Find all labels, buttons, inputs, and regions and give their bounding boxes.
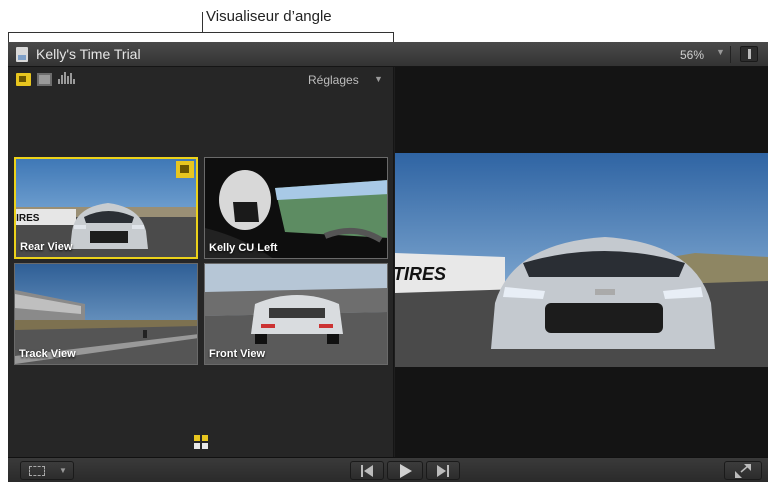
- callout-bracket-left: [8, 32, 9, 42]
- chevron-down-icon: ▼: [59, 466, 67, 475]
- audio-only-icon[interactable]: [58, 72, 76, 86]
- fullscreen-icon: [735, 464, 751, 478]
- chevron-down-icon[interactable]: ▼: [716, 47, 725, 57]
- video-only-icon[interactable]: [37, 73, 52, 86]
- document-icon: [16, 47, 28, 62]
- go-to-start-icon: [361, 465, 373, 477]
- angle-clip-front-view[interactable]: Front View: [204, 263, 388, 365]
- angle-bank-icon[interactable]: [194, 435, 208, 449]
- main-frame-image: TIRES: [395, 153, 768, 367]
- angle-clip-kelly-cu-left[interactable]: Kelly CU Left: [204, 157, 388, 259]
- viewer-options-icon[interactable]: [740, 46, 758, 62]
- angle-viewer: Réglages ▼ TIRES: [8, 67, 394, 457]
- active-angle-badge-icon: [176, 161, 194, 178]
- titlebar-divider: [730, 46, 731, 63]
- audio-video-switch-icon[interactable]: [16, 73, 31, 86]
- angle-clip-track-view[interactable]: Track View: [14, 263, 198, 365]
- main-banner-text: TIRES: [395, 264, 446, 284]
- page: Visualiseur d’angle Kelly's Time Trial 5…: [0, 0, 768, 482]
- callout-bracket-right: [393, 32, 394, 42]
- callout-bracket-vertical: [202, 12, 203, 32]
- viewer-bottom-bar: ▼: [8, 457, 768, 482]
- main-viewer-frame[interactable]: TIRES: [395, 153, 768, 367]
- clip-label: Kelly CU Left: [209, 242, 278, 254]
- angle-clip-rear-view[interactable]: TIRES Rear View: [14, 157, 198, 259]
- angle-viewer-toolbar: Réglages ▼: [8, 67, 394, 93]
- viewer-titlebar: Kelly's Time Trial 56% ▼: [8, 42, 768, 67]
- clip-label: Front View: [209, 348, 266, 360]
- callout-bracket-horizontal: [8, 32, 394, 33]
- fullscreen-button[interactable]: [724, 461, 762, 480]
- go-to-end-button[interactable]: [426, 461, 460, 480]
- main-viewer: TIRES: [395, 67, 768, 457]
- clip-label: Rear View: [20, 241, 73, 253]
- view-menu-button[interactable]: ▼: [20, 461, 74, 480]
- project-title: Kelly's Time Trial: [36, 46, 141, 62]
- play-icon: [400, 464, 412, 478]
- go-to-start-button[interactable]: [350, 461, 384, 480]
- clip-label: Track View: [19, 348, 76, 360]
- view-menu-icon: [29, 466, 45, 476]
- settings-menu[interactable]: Réglages: [308, 73, 359, 87]
- viewer-window: Kelly's Time Trial 56% ▼ Réglages ▼ IRES…: [8, 42, 768, 482]
- settings-chevron-icon[interactable]: ▼: [374, 74, 383, 84]
- play-button[interactable]: [387, 461, 423, 480]
- go-to-end-icon: [437, 465, 449, 477]
- callout-label: Visualiseur d’angle: [206, 8, 332, 25]
- zoom-level[interactable]: 56%: [680, 48, 704, 62]
- rear-view-banner-text: TIRES: [16, 213, 40, 224]
